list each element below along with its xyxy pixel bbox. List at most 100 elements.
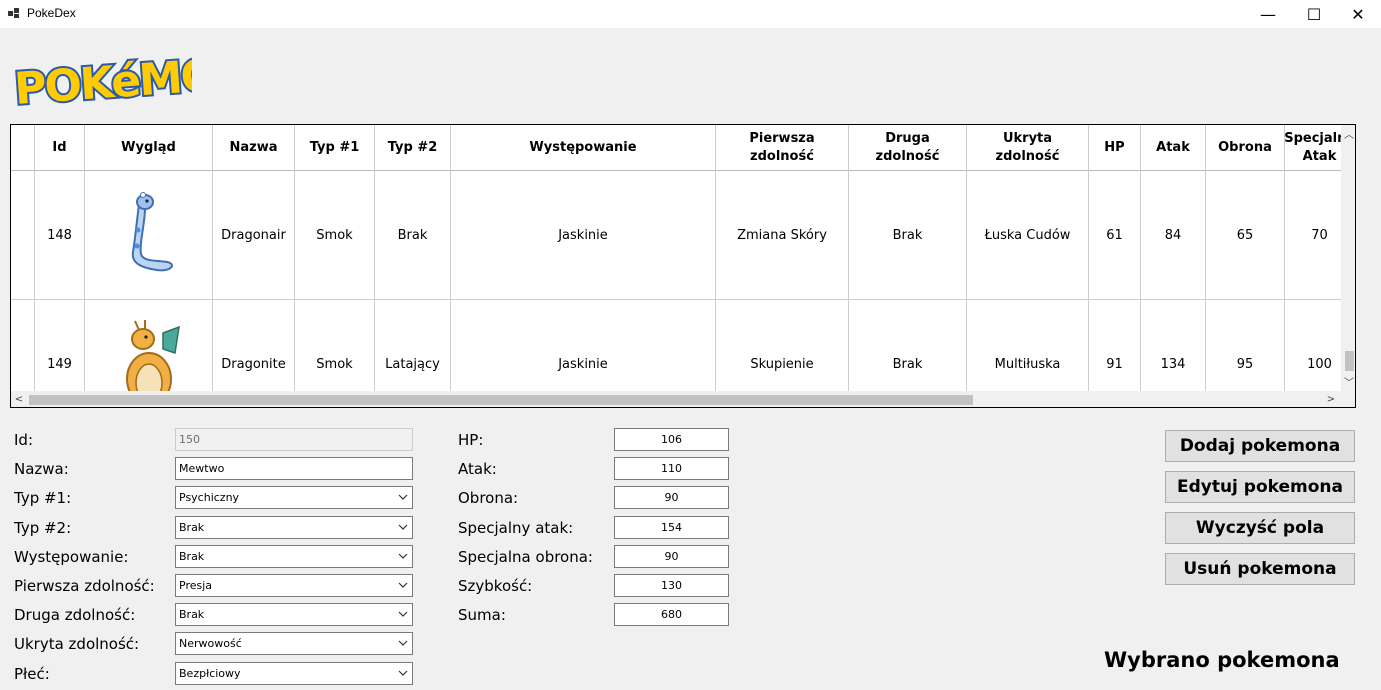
row-header-corner (11, 125, 35, 170)
stat-label: HP: (458, 431, 484, 449)
table-cell-ability2[interactable]: Brak (849, 300, 967, 391)
chevron-down-icon[interactable] (397, 490, 409, 504)
table-cell-def[interactable]: 65 (1206, 171, 1285, 299)
table-cell-hp[interactable]: 61 (1089, 171, 1141, 299)
table-cell-id[interactable]: 149 (35, 300, 85, 391)
form-label: Nazwa: (14, 460, 69, 479)
minimize-button[interactable]: — (1245, 0, 1291, 28)
scroll-right-icon[interactable]: > (1323, 391, 1339, 407)
table-cell-type2[interactable]: Brak (375, 171, 451, 299)
table-cell-name[interactable]: Dragonite (213, 300, 295, 391)
column-header[interactable]: Ukryta zdolność (967, 125, 1089, 171)
add-pokemon-button[interactable]: Dodaj pokemona (1165, 430, 1355, 462)
form-label: Pierwsza zdolność: (14, 577, 155, 595)
stat-label: Szybkość: (458, 577, 533, 595)
scroll-left-icon[interactable]: < (11, 391, 27, 407)
table-cell-atk[interactable]: 84 (1141, 171, 1206, 299)
table-cell-ability1[interactable]: Zmiana Skóry (716, 171, 849, 299)
maximize-icon: ☐ (1306, 4, 1322, 24)
column-header[interactable]: Id (35, 125, 85, 171)
title-bar: PokeDex — ☐ ✕ (0, 0, 1381, 28)
scroll-down-icon[interactable]: ﹀ (1341, 373, 1355, 389)
form-label: Typ #2: (14, 518, 72, 537)
chevron-down-icon[interactable] (397, 666, 409, 680)
form-dropdown[interactable]: Nerwowość (175, 632, 413, 656)
table-cell-hidden[interactable]: Łuska Cudów (967, 171, 1089, 299)
table-cell-id[interactable]: 148 (35, 171, 85, 299)
table-cell-spatk[interactable]: 70 (1285, 171, 1341, 299)
column-header[interactable]: Atak (1141, 125, 1206, 171)
table-row[interactable]: 148 Dragonair Smok Brak Jaskinie Zmiana Skóry… (11, 171, 1341, 300)
delete-pokemon-button[interactable]: Usuń pokemona (1165, 553, 1355, 585)
vertical-scrollbar[interactable]: ︿ ﹀ (1341, 125, 1355, 391)
chevron-down-icon[interactable] (397, 636, 409, 650)
table-cell-name[interactable]: Dragonair (213, 171, 295, 299)
form-label: Ukryta zdolność: (14, 635, 140, 654)
table-cell-atk[interactable]: 134 (1141, 300, 1206, 391)
table-row[interactable]: 149 Dragonite Smok Latający Jaskinie Skupieni… (11, 300, 1341, 391)
column-header[interactable]: Występowanie (451, 125, 716, 171)
stat-field[interactable]: 680 (614, 603, 729, 627)
form-label: Występowanie: (14, 547, 129, 566)
dropdown-value: Psychiczny (179, 491, 240, 505)
form-label: Typ #1: (14, 489, 72, 508)
column-header[interactable]: Wygląd (85, 125, 213, 171)
chevron-down-icon[interactable] (397, 607, 409, 621)
table-cell-def[interactable]: 95 (1206, 300, 1285, 391)
table-cell-ability2[interactable]: Brak (849, 171, 967, 299)
column-header[interactable]: Pierwsza zdolność (716, 125, 849, 171)
pokemon-image-cell[interactable] (85, 171, 213, 299)
form-dropdown[interactable]: Bezpłciowy (175, 661, 413, 685)
stat-field[interactable]: 90 (614, 486, 729, 510)
stat-field[interactable]: 154 (614, 515, 729, 539)
column-header[interactable]: Typ #2 (375, 125, 451, 171)
table-cell-habitat[interactable]: Jaskinie (451, 300, 716, 391)
chevron-down-icon[interactable] (397, 578, 409, 592)
table-cell-spatk[interactable]: 100 (1285, 300, 1341, 391)
scroll-up-icon[interactable]: ︿ (1341, 125, 1355, 141)
form-dropdown[interactable]: Brak (175, 515, 413, 539)
stat-label: Specjalny atak: (458, 518, 574, 537)
chevron-down-icon[interactable] (397, 549, 409, 563)
table-cell-hp[interactable]: 91 (1089, 300, 1141, 391)
form-dropdown[interactable]: Brak (175, 544, 413, 568)
pokemon-table[interactable]: Id Wygląd Nazwa Typ #1 Typ #2 Występowanie Pie… (10, 124, 1356, 408)
table-cell-ability1[interactable]: Skupienie (716, 300, 849, 391)
table-cell-type2[interactable]: Latający (375, 300, 451, 391)
stat-field[interactable]: 130 (614, 574, 729, 597)
row-header[interactable] (11, 171, 35, 299)
stat-field[interactable]: 90 (614, 544, 729, 568)
id-field: 150 (175, 428, 413, 451)
clear-fields-button[interactable]: Wyczyść pola (1165, 512, 1355, 544)
stat-field[interactable]: 106 (614, 428, 729, 451)
window-title: PokeDex (27, 6, 76, 20)
form-dropdown[interactable]: Brak (175, 603, 413, 627)
form-dropdown[interactable]: Psychiczny (175, 486, 413, 510)
form-dropdown[interactable]: Presja (175, 574, 413, 597)
horizontal-scrollbar[interactable]: < > (11, 391, 1355, 407)
vertical-scroll-thumb[interactable] (1345, 351, 1354, 371)
table-cell-habitat[interactable]: Jaskinie (451, 171, 716, 299)
column-header[interactable]: Nazwa (213, 125, 295, 171)
maximize-button[interactable]: ☐ (1291, 0, 1337, 28)
dropdown-value: Brak (179, 608, 205, 622)
minimize-icon: — (1260, 4, 1276, 24)
name-field[interactable]: Mewtwo (175, 457, 413, 481)
edit-pokemon-button[interactable]: Edytuj pokemona (1165, 471, 1355, 503)
chevron-down-icon[interactable] (397, 520, 409, 534)
close-button[interactable]: ✕ (1335, 0, 1381, 28)
column-header[interactable]: Obrona (1206, 125, 1285, 171)
horizontal-scroll-thumb[interactable] (29, 395, 973, 405)
table-cell-type1[interactable]: Smok (295, 171, 375, 299)
column-header[interactable]: HP (1089, 125, 1141, 171)
form-label: Płeć: (14, 664, 50, 683)
column-header[interactable]: Typ #1 (295, 125, 375, 171)
column-header[interactable]: Specjalny Atak (1284, 125, 1341, 171)
table-cell-type1[interactable]: Smok (295, 300, 375, 391)
table-cell-hidden[interactable]: Multiłuska (967, 300, 1089, 391)
pokemon-image-cell[interactable] (85, 300, 213, 391)
stat-field[interactable]: 110 (614, 457, 729, 481)
dragonair-sprite (131, 192, 173, 272)
column-header[interactable]: Druga zdolność (849, 125, 967, 171)
row-header[interactable] (11, 300, 35, 391)
